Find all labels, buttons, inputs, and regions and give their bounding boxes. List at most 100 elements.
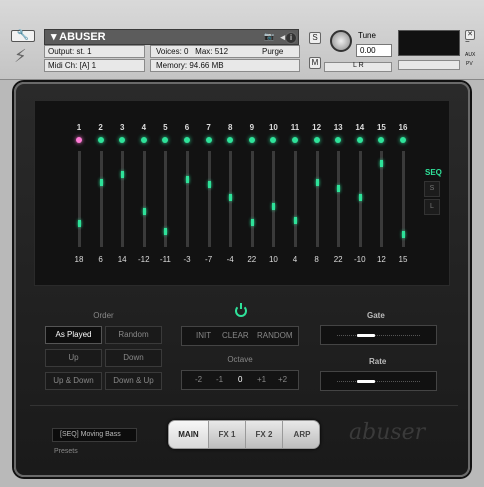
step-slider-handle[interactable]: [164, 227, 168, 235]
midi-label: Midi Ch: [A] 1: [48, 61, 97, 70]
step-led: [400, 137, 406, 143]
volume-slider[interactable]: [398, 60, 460, 70]
step-number: 8: [227, 123, 233, 132]
octave-minus-2[interactable]: -2: [195, 371, 202, 389]
order-up-button[interactable]: Up: [45, 349, 102, 367]
info-icon[interactable]: i: [285, 32, 297, 44]
output-value[interactable]: st. 1: [76, 47, 91, 56]
step-slider-handle[interactable]: [229, 193, 233, 201]
tab-main[interactable]: MAIN: [169, 421, 209, 448]
gate-indicator: [357, 334, 376, 337]
minimize-icon[interactable]: −: [465, 36, 470, 48]
tab-fx1[interactable]: FX 1: [209, 421, 246, 448]
instrument-name[interactable]: ▾ ABUSER ◂ ▸: [44, 29, 299, 45]
step-number: 14: [355, 123, 365, 132]
seq-l-button[interactable]: L: [424, 199, 440, 215]
step-slider-handle[interactable]: [121, 170, 125, 178]
step-value: 22: [333, 255, 343, 264]
clear-button[interactable]: CLEAR: [222, 327, 249, 345]
wrench-icon[interactable]: 🔧: [11, 30, 35, 42]
order-random-button[interactable]: Random: [105, 326, 162, 344]
step-value: 12: [376, 255, 386, 264]
pan-lr-label: L R: [353, 62, 364, 69]
step-led: [313, 137, 320, 143]
step-slider-handle[interactable]: [142, 207, 146, 215]
order-as-played-button[interactable]: As Played: [45, 326, 102, 344]
step-number: 7: [206, 123, 211, 132]
voices-readout: Voices: 0 Max: 512: [156, 47, 229, 56]
step-value: -3: [183, 255, 191, 264]
step-number: 2: [98, 123, 103, 132]
step-slider[interactable]: [315, 151, 319, 247]
step-slider-handle[interactable]: [294, 216, 297, 224]
step-value: 22: [247, 255, 257, 264]
step-number: 9: [249, 123, 255, 132]
tab-fx2[interactable]: FX 2: [246, 421, 283, 448]
camera-icon[interactable]: 📷: [264, 31, 274, 43]
step-slider-handle[interactable]: [78, 220, 81, 228]
step-number: 6: [184, 123, 190, 132]
power-icon[interactable]: [235, 303, 247, 317]
step-slider[interactable]: [272, 151, 276, 247]
tune-label: Tune: [358, 31, 376, 40]
step-slider-handle[interactable]: [337, 184, 341, 192]
step-slider[interactable]: [294, 151, 297, 247]
step-slider[interactable]: [121, 151, 125, 247]
pattern-actions: INIT CLEAR RANDOM: [181, 326, 299, 346]
seq-s-button[interactable]: S: [424, 181, 440, 197]
rate-title: Rate: [369, 357, 387, 366]
seq-label: SEQ: [425, 168, 442, 177]
instrument-header: 🔧 ⚡ ▾ ABUSER ◂ ▸ Output: st. 1 Midi Ch: …: [0, 0, 484, 80]
step-led: [292, 137, 298, 143]
step-value: 10: [268, 255, 278, 264]
order-up-down-button[interactable]: Up & Down: [45, 372, 102, 390]
step-slider-handle[interactable]: [380, 159, 384, 167]
midi-value[interactable]: [A] 1: [80, 61, 96, 70]
tab-arp[interactable]: ARP: [283, 421, 319, 448]
solo-button[interactable]: S: [309, 32, 321, 44]
random-button[interactable]: RANDOM: [257, 327, 293, 345]
octave-0[interactable]: 0: [238, 371, 242, 389]
step-number: 11: [290, 123, 300, 132]
step-slider-handle[interactable]: [315, 179, 319, 187]
gate-slider[interactable]: [320, 325, 437, 345]
step-slider[interactable]: [78, 151, 81, 247]
step-slider[interactable]: [207, 151, 211, 247]
step-led: [248, 137, 255, 143]
step-slider[interactable]: [186, 151, 189, 247]
step-slider[interactable]: [250, 151, 254, 247]
init-button[interactable]: INIT: [196, 327, 211, 345]
octave-minus-1[interactable]: -1: [216, 371, 223, 389]
step-slider-handle[interactable]: [207, 181, 211, 189]
step-slider-handle[interactable]: [250, 218, 254, 226]
step-value: 4: [292, 255, 298, 264]
collapse-arrow-icon[interactable]: ▾: [51, 31, 59, 43]
tune-value[interactable]: 0.00: [356, 44, 392, 57]
level-meter: [398, 30, 460, 56]
preset-display[interactable]: [SEQ] Moving Bass: [52, 428, 137, 442]
octave-plus-1[interactable]: +1: [257, 371, 266, 389]
step-number: 4: [141, 123, 147, 132]
step-slider-handle[interactable]: [186, 175, 189, 183]
pv-button[interactable]: PV: [466, 58, 473, 70]
step-slider[interactable]: [142, 151, 146, 247]
step-number: 5: [163, 123, 168, 132]
step-led: [76, 137, 82, 143]
octave-plus-2[interactable]: +2: [278, 371, 287, 389]
step-slider-handle[interactable]: [99, 179, 103, 187]
step-slider[interactable]: [99, 151, 103, 247]
step-slider-handle[interactable]: [272, 202, 276, 210]
step-number: 1: [76, 123, 82, 132]
tune-knob[interactable]: [330, 30, 352, 52]
lightning-icon: ⚡: [14, 46, 27, 67]
step-value: -7: [205, 255, 213, 264]
step-slider-handle[interactable]: [358, 193, 362, 201]
order-down-button[interactable]: Down: [105, 349, 162, 367]
step-slider[interactable]: [337, 151, 341, 247]
step-slider-handle[interactable]: [402, 231, 405, 239]
order-down-up-button[interactable]: Down & Up: [105, 372, 162, 390]
rate-slider[interactable]: [320, 371, 437, 391]
purge-menu[interactable]: Purge: [262, 46, 283, 58]
step-led: [184, 137, 190, 143]
mute-button[interactable]: M: [309, 57, 321, 69]
